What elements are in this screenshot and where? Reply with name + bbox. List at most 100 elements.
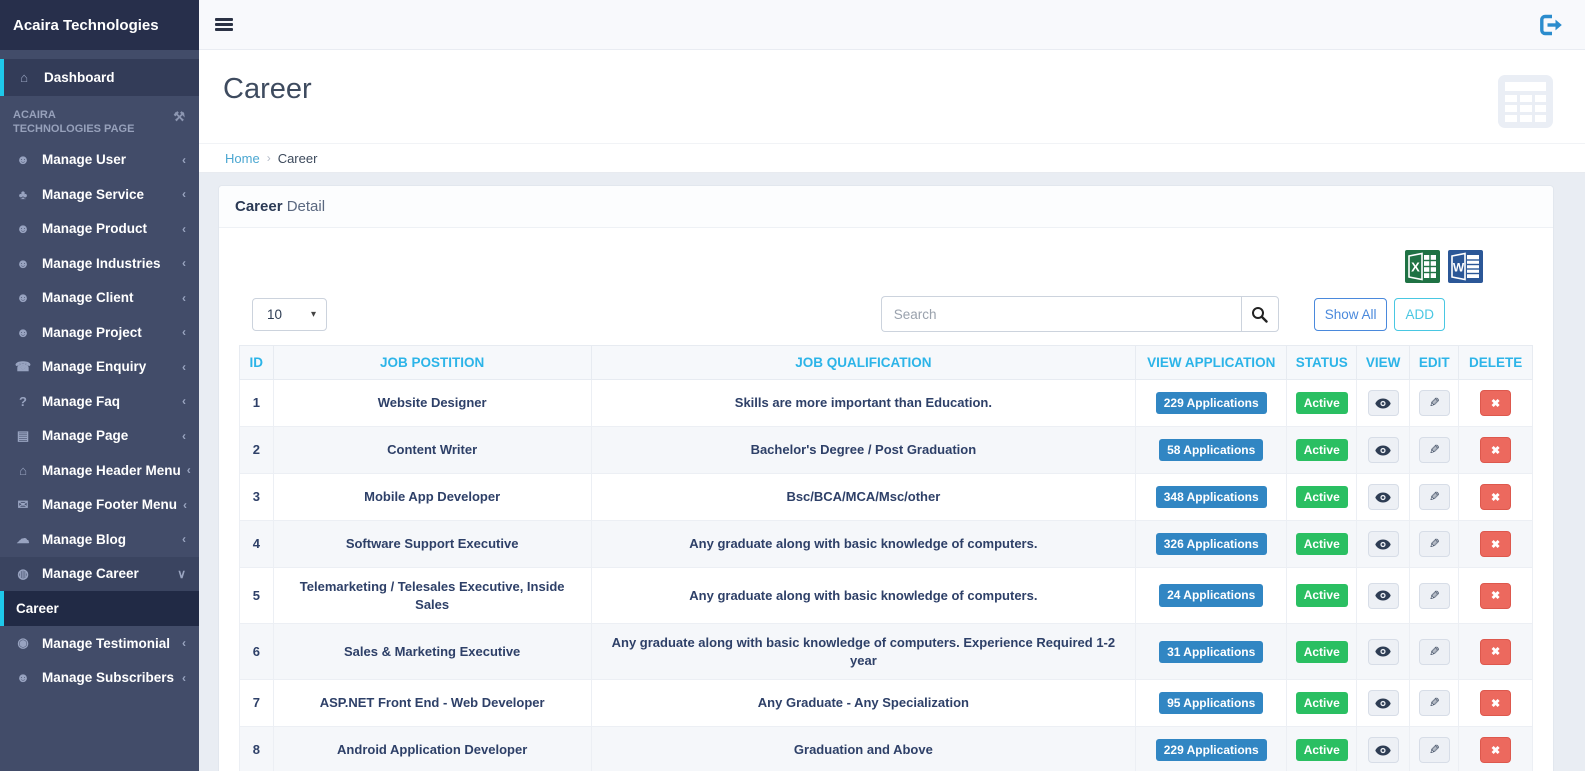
status-badge[interactable]: Active — [1296, 739, 1348, 761]
delete-button[interactable]: ✖ — [1480, 639, 1511, 665]
view-button[interactable] — [1368, 390, 1399, 416]
sidebar-item-manage-header-menu[interactable]: ⌂Manage Header Menu‹ — [0, 453, 199, 488]
delete-button[interactable]: ✖ — [1480, 583, 1511, 609]
hamburger-menu-icon[interactable] — [215, 16, 233, 34]
chevron-left-icon: ‹ — [182, 291, 186, 305]
chevron-left-icon: ‹ — [182, 325, 186, 339]
sidebar-item-manage-career[interactable]: ◍Manage Career∨ — [0, 557, 199, 592]
sidebar-item-manage-footer-menu[interactable]: ✉Manage Footer Menu‹ — [0, 488, 199, 523]
sidebar-item-manage-blog[interactable]: ☁Manage Blog‹ — [0, 522, 199, 557]
view-button[interactable] — [1368, 737, 1399, 763]
applications-badge[interactable]: 24 Applications — [1159, 584, 1263, 606]
sidebar-item-label: Manage Footer Menu — [42, 497, 177, 512]
status-badge[interactable]: Active — [1296, 439, 1348, 461]
applications-badge[interactable]: 229 Applications — [1156, 739, 1267, 761]
sidebar-item-manage-testimonial[interactable]: ◉Manage Testimonial‹ — [0, 626, 199, 661]
sidebar: Acaira Technologies ⌂ Dashboard ACAIRA T… — [0, 0, 199, 771]
show-all-button[interactable]: Show All — [1314, 298, 1388, 331]
page-size-select[interactable]: 10 ▾ — [252, 298, 327, 331]
status-badge[interactable]: Active — [1296, 486, 1348, 508]
applications-badge[interactable]: 95 Applications — [1159, 692, 1263, 714]
edit-button[interactable]: ✎ — [1419, 639, 1450, 665]
brand-title: Acaira Technologies — [0, 0, 199, 50]
excel-export-icon[interactable]: X — [1405, 250, 1440, 283]
chevron-left-icon: ‹ — [182, 256, 186, 270]
edit-button[interactable]: ✎ — [1419, 484, 1450, 510]
sidebar-item-manage-page[interactable]: ▤Manage Page‹ — [0, 419, 199, 454]
applications-badge[interactable]: 31 Applications — [1159, 641, 1263, 663]
word-export-icon[interactable]: W — [1448, 250, 1483, 283]
applications-badge[interactable]: 348 Applications — [1156, 486, 1267, 508]
job-position-cell: ASP.NET Front End - Web Developer — [273, 680, 591, 727]
sidebar-item-manage-faq[interactable]: ?Manage Faq‹ — [0, 384, 199, 419]
chevron-left-icon: ‹ — [182, 360, 186, 374]
breadcrumb: Home › Career — [199, 143, 1585, 173]
job-position-cell: Mobile App Developer — [273, 474, 591, 521]
view-application-cell: 24 Applications — [1136, 568, 1287, 624]
career-detail-panel: Career Detail — [218, 185, 1554, 771]
sidebar-item-manage-project[interactable]: ☻Manage Project‹ — [0, 315, 199, 350]
sidebar-item-label: Manage Testimonial — [42, 636, 176, 651]
applications-badge[interactable]: 58 Applications — [1159, 439, 1263, 461]
sidebar-item-manage-enquiry[interactable]: ☎Manage Enquiry‹ — [0, 350, 199, 385]
delete-button[interactable]: ✖ — [1480, 737, 1511, 763]
add-button[interactable]: ADD — [1394, 298, 1445, 331]
view-button[interactable] — [1368, 583, 1399, 609]
view-button[interactable] — [1368, 484, 1399, 510]
column-header-edit: EDIT — [1410, 346, 1459, 380]
edit-button[interactable]: ✎ — [1419, 390, 1450, 416]
sidebar-item-dashboard[interactable]: ⌂ Dashboard — [0, 59, 199, 96]
sidebar-item-manage-user[interactable]: ☻Manage User‹ — [0, 143, 199, 178]
status-badge[interactable]: Active — [1296, 584, 1348, 606]
status-badge[interactable]: Active — [1296, 641, 1348, 663]
status-cell: Active — [1287, 380, 1357, 427]
search-button[interactable] — [1241, 296, 1279, 332]
status-badge[interactable]: Active — [1296, 533, 1348, 555]
table-watermark-icon — [1497, 74, 1554, 129]
id-cell: 8 — [240, 727, 274, 771]
export-row: X W — [239, 250, 1533, 283]
view-application-cell: 326 Applications — [1136, 521, 1287, 568]
view-button[interactable] — [1368, 437, 1399, 463]
delete-button[interactable]: ✖ — [1480, 531, 1511, 557]
sidebar-item-career[interactable]: Career — [0, 591, 199, 626]
edit-button[interactable]: ✎ — [1419, 531, 1450, 557]
edit-button[interactable]: ✎ — [1419, 690, 1450, 716]
view-button[interactable] — [1368, 531, 1399, 557]
delete-button[interactable]: ✖ — [1480, 390, 1511, 416]
applications-badge[interactable]: 326 Applications — [1156, 533, 1267, 555]
status-badge[interactable]: Active — [1296, 392, 1348, 414]
sidebar-item-manage-client[interactable]: ☻Manage Client‹ — [0, 281, 199, 316]
sidebar-item-manage-service[interactable]: ♣Manage Service‹ — [0, 177, 199, 212]
job-position-cell: Sales & Marketing Executive — [273, 624, 591, 680]
status-cell: Active — [1287, 624, 1357, 680]
edit-button[interactable]: ✎ — [1419, 437, 1450, 463]
sidebar-item-manage-subscribers[interactable]: ☻Manage Subscribers‹ — [0, 661, 199, 696]
page-size-value: 10 — [267, 307, 282, 322]
view-button[interactable] — [1368, 639, 1399, 665]
view-cell — [1357, 521, 1410, 568]
sidebar-item-manage-industries[interactable]: ☻Manage Industries‹ — [0, 246, 199, 281]
edit-button[interactable]: ✎ — [1419, 737, 1450, 763]
delete-button[interactable]: ✖ — [1480, 690, 1511, 716]
chevron-left-icon: ‹ — [182, 636, 186, 650]
delete-button[interactable]: ✖ — [1480, 437, 1511, 463]
id-cell: 6 — [240, 624, 274, 680]
chevron-down-icon: ∨ — [177, 567, 186, 581]
sidebar-item-manage-product[interactable]: ☻Manage Product‹ — [0, 212, 199, 247]
pencil-icon: ✎ — [1429, 489, 1440, 505]
search-input[interactable] — [881, 296, 1241, 332]
chevron-left-icon: ‹ — [183, 498, 187, 512]
logout-button[interactable] — [1536, 12, 1563, 38]
applications-badge[interactable]: 229 Applications — [1156, 392, 1267, 414]
job-qualification-cell: Any Graduate - Any Specialization — [591, 680, 1135, 727]
chevron-left-icon: ‹ — [182, 187, 186, 201]
sidebar-item-label: Dashboard — [44, 70, 187, 85]
edit-button[interactable]: ✎ — [1419, 583, 1450, 609]
breadcrumb-home-link[interactable]: Home — [225, 151, 260, 166]
panel-header: Career Detail — [219, 186, 1553, 228]
chevron-left-icon: ‹ — [187, 463, 191, 477]
view-button[interactable] — [1368, 690, 1399, 716]
delete-button[interactable]: ✖ — [1480, 484, 1511, 510]
status-badge[interactable]: Active — [1296, 692, 1348, 714]
